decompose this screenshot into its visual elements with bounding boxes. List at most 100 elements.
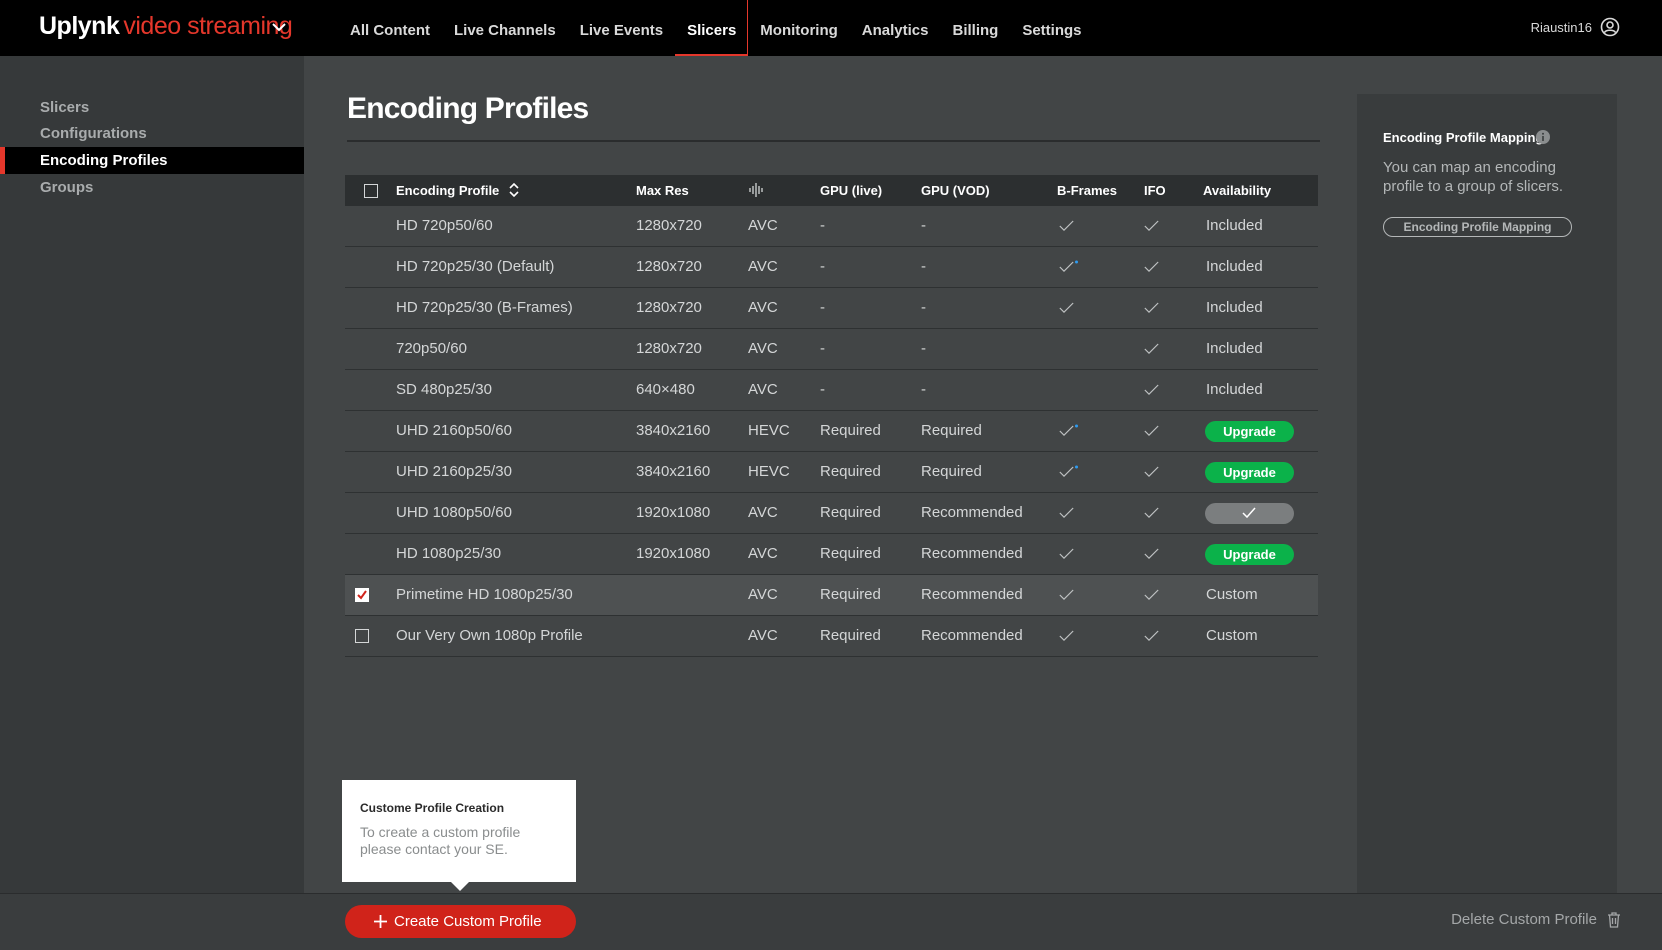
profile-mapping-panel: Encoding Profile Mapping You can map an …	[1357, 94, 1617, 894]
ifo-check-icon	[1144, 630, 1159, 641]
plus-icon	[374, 915, 387, 928]
create-custom-profile-button[interactable]: Create Custom Profile	[345, 905, 576, 938]
bframes-check-icon	[1059, 507, 1074, 518]
bframes-check-star-icon	[1059, 260, 1078, 272]
column-header-profile[interactable]: Encoding Profile	[396, 175, 519, 206]
row-checkbox[interactable]	[355, 629, 369, 643]
profile-mapping-button[interactable]: Encoding Profile Mapping	[1383, 217, 1572, 237]
gpu-live-cell: Required	[820, 463, 881, 480]
chevron-down-icon[interactable]	[271, 21, 287, 33]
availability-cell: Included	[1206, 258, 1263, 275]
availability-cell: Included	[1206, 381, 1263, 398]
brand-name: Uplynk	[39, 12, 120, 40]
profile-name-cell: Our Very Own 1080p Profile	[396, 627, 583, 644]
ifo-check-icon	[1144, 261, 1159, 272]
create-custom-profile-label: Create Custom Profile	[394, 913, 542, 930]
availability-cell: Custom	[1206, 586, 1258, 603]
nav-item-slicers[interactable]: Slicers	[675, 0, 749, 56]
table-row[interactable]: Primetime HD 1080p25/30 AVC Required Recomm…	[345, 575, 1318, 616]
ifo-check-icon	[1144, 302, 1159, 313]
profile-name-cell: UHD 2160p25/30	[396, 463, 512, 480]
gpu-vod-cell: Recommended	[921, 627, 1023, 644]
table-row[interactable]: HD 720p25/30 (Default) 1280x720 AVC - - Inclu…	[345, 247, 1318, 288]
table-row[interactable]: HD 720p25/30 (B-Frames) 1280x720 AVC - - Incl…	[345, 288, 1318, 329]
trash-icon	[1608, 911, 1620, 928]
table-row[interactable]: UHD 2160p25/30 3840x2160 HEVC Required Requi…	[345, 452, 1318, 493]
tooltip-text: To create a custom profile please contac…	[360, 824, 521, 857]
sidebar: Slicers Configurations Encoding Profiles Gr…	[0, 56, 304, 894]
max-res-cell: 1280x720	[636, 299, 702, 316]
gpu-vod-cell: -	[921, 217, 926, 234]
table-row[interactable]: Our Very Own 1080p Profile AVC Required Rec…	[345, 616, 1318, 657]
codec-cell: AVC	[748, 627, 778, 644]
nav-item-settings[interactable]: Settings	[1010, 0, 1093, 56]
column-header-gpu-live: GPU (live)	[820, 183, 883, 198]
table-row[interactable]: SD 480p25/30 640×480 AVC - - Included	[345, 370, 1318, 411]
upgrade-badge[interactable]: Upgrade	[1205, 462, 1294, 483]
ifo-check-icon	[1144, 425, 1159, 436]
gpu-live-cell: -	[820, 340, 825, 357]
codec-cell: HEVC	[748, 463, 790, 480]
sidebar-item-groups[interactable]: Groups	[0, 174, 304, 201]
encoding-profiles-table: Encoding Profile Max Res GPU (live) GPU …	[345, 175, 1318, 657]
product-name: video streaming	[123, 12, 293, 40]
row-checkbox[interactable]	[355, 588, 369, 602]
gpu-vod-cell: -	[921, 340, 926, 357]
nav-item-billing[interactable]: Billing	[940, 0, 1010, 56]
availability-enabled-badge[interactable]	[1205, 503, 1294, 524]
bframes-check-icon	[1059, 630, 1074, 641]
codec-cell: AVC	[748, 299, 778, 316]
profile-name-cell: HD 720p50/60	[396, 217, 493, 234]
gpu-live-cell: -	[820, 299, 825, 316]
ifo-check-icon	[1144, 343, 1159, 354]
gpu-vod-cell: Required	[921, 463, 982, 480]
codec-waveform-icon	[749, 183, 763, 197]
table-row[interactable]: UHD 1080p50/60 1920x1080 AVC Required Recomm…	[345, 493, 1318, 534]
sidebar-item-slicers[interactable]: Slicers	[0, 94, 304, 121]
gpu-live-cell: Required	[820, 627, 881, 644]
sidebar-item-encoding-profiles[interactable]: Encoding Profiles	[0, 147, 304, 174]
bframes-check-star-icon	[1059, 424, 1078, 436]
profile-name-cell: SD 480p25/30	[396, 381, 492, 398]
gpu-vod-cell: -	[921, 258, 926, 275]
codec-cell: AVC	[748, 504, 778, 521]
upgrade-badge[interactable]: Upgrade	[1205, 544, 1294, 565]
table-row[interactable]: HD 720p50/60 1280x720 AVC - - Included	[345, 206, 1318, 247]
nav-item-live-channels[interactable]: Live Channels	[442, 0, 568, 56]
availability-cell: Included	[1206, 299, 1263, 316]
tooltip-title: Custome Profile Creation	[360, 801, 505, 815]
info-icon[interactable]	[1536, 130, 1550, 144]
bframes-check-star-icon	[1059, 465, 1078, 477]
checkmark-icon	[357, 590, 367, 600]
select-all-checkbox[interactable]	[364, 184, 378, 198]
max-res-cell: 1280x720	[636, 258, 702, 275]
table-row[interactable]: HD 1080p25/30 1920x1080 AVC Required Recomme…	[345, 534, 1318, 575]
column-header-max-res: Max Res	[636, 183, 689, 198]
nav-item-monitoring[interactable]: Monitoring	[748, 0, 849, 56]
upgrade-badge[interactable]: Upgrade	[1205, 421, 1294, 442]
table-row[interactable]: UHD 2160p50/60 3840x2160 HEVC Required Requi…	[345, 411, 1318, 452]
delete-custom-profile-button[interactable]: Delete Custom Profile	[1451, 911, 1621, 928]
nav-item-all-content[interactable]: All Content	[338, 0, 442, 56]
max-res-cell: 640×480	[636, 381, 695, 398]
footer-bar: Create Custom Profile Delete Custom Prof…	[0, 893, 1662, 950]
column-header-ifo: IFO	[1144, 183, 1166, 198]
nav-item-live-events[interactable]: Live Events	[568, 0, 675, 56]
sidebar-item-configurations[interactable]: Configurations	[0, 120, 304, 147]
user-menu[interactable]: Riaustin16	[1531, 17, 1620, 37]
max-res-cell: 1280x720	[636, 340, 702, 357]
table-row[interactable]: 720p50/60 1280x720 AVC - - Included	[345, 329, 1318, 370]
codec-cell: AVC	[748, 586, 778, 603]
gpu-live-cell: -	[820, 217, 825, 234]
nav-item-analytics[interactable]: Analytics	[850, 0, 941, 56]
codec-cell: HEVC	[748, 422, 790, 439]
gpu-live-cell: -	[820, 381, 825, 398]
column-header-availability: Availability	[1203, 183, 1272, 198]
user-avatar-icon[interactable]	[1600, 17, 1620, 37]
bframes-check-icon	[1059, 589, 1074, 600]
sort-icon[interactable]	[509, 182, 519, 198]
app-logo[interactable]: Uplynk video streaming	[39, 12, 293, 41]
max-res-cell: 1280x720	[636, 217, 702, 234]
main-nav: All Content Live Channels Live Events Slice…	[338, 0, 1094, 56]
title-divider	[347, 140, 1320, 142]
